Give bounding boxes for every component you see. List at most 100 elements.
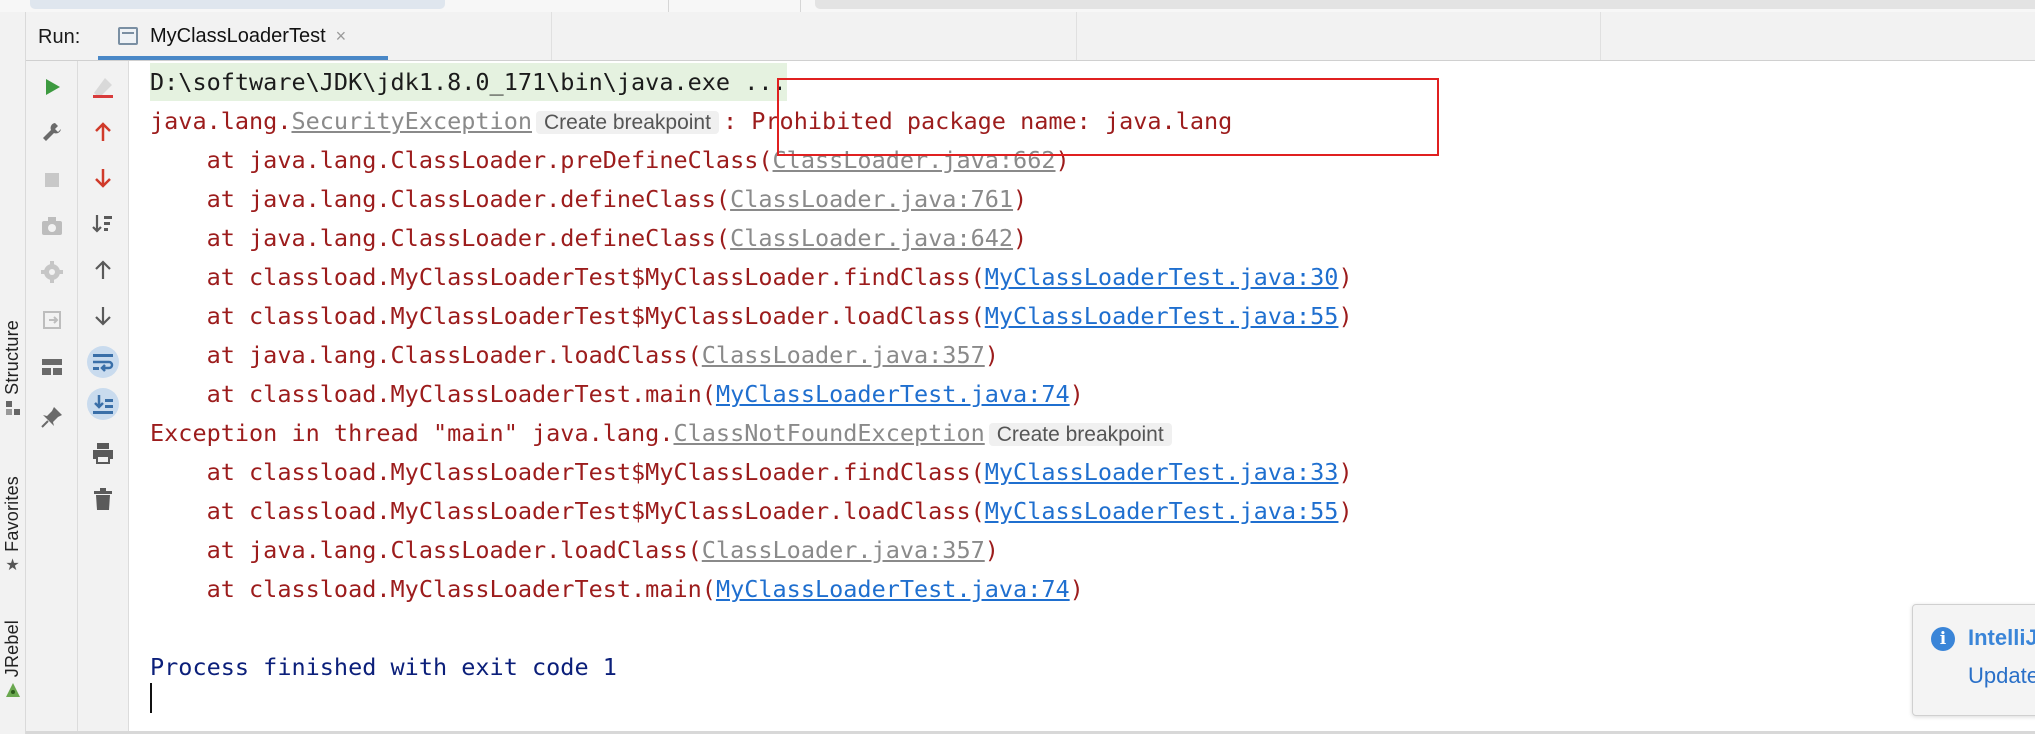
down-stack-frame-button[interactable] <box>87 300 119 332</box>
stack-frame-suffix: ) <box>1338 263 1353 291</box>
create-breakpoint-hint[interactable]: Create breakpoint <box>536 111 719 134</box>
edit-configuration-button[interactable] <box>36 116 68 148</box>
star-icon: ★ <box>5 556 20 574</box>
exit-button[interactable] <box>36 304 68 336</box>
stack-frame-suffix: ) <box>1338 302 1353 330</box>
stack-frame-link[interactable]: ClassLoader.java:761 <box>730 185 1013 213</box>
rerun-button[interactable] <box>36 71 68 103</box>
stack-frame-text: at classload.MyClassLoaderTest.main( <box>150 380 716 408</box>
stack-frame-suffix: ) <box>984 341 999 369</box>
stack-frame-text: at classload.MyClassLoaderTest$MyClassLo… <box>150 263 985 291</box>
notification-update-link[interactable]: Update <box>1968 663 2035 689</box>
sort-down-icon <box>92 215 112 233</box>
jrebel-tab-label: JRebel <box>2 620 22 678</box>
stack-trace-line: at classload.MyClassLoaderTest$MyClassLo… <box>150 297 1353 335</box>
run-toolbar-primary <box>26 61 78 734</box>
stack-frame-text: at java.lang.ClassLoader.loadClass( <box>150 341 702 369</box>
stack-trace-line: at classload.MyClassLoaderTest$MyClassLo… <box>150 492 1353 530</box>
stack-frame-link[interactable]: ClassLoader.java:642 <box>730 224 1013 252</box>
stack-trace-line: at classload.MyClassLoaderTest$MyClassLo… <box>150 258 1353 296</box>
stack-frame-suffix: ) <box>1338 458 1353 486</box>
exception-message: : Prohibited package name: java.lang <box>722 107 1233 135</box>
arrow-up-icon <box>95 260 111 279</box>
stack-trace-line: at java.lang.ClassLoader.loadClass(Class… <box>150 336 999 374</box>
stack-frame-link[interactable]: MyClassLoaderTest.java:33 <box>985 458 1339 486</box>
update-notification[interactable]: i IntelliJ Update <box>1912 604 2035 716</box>
clear-console-button[interactable] <box>87 483 119 515</box>
stack-frame-link[interactable]: MyClassLoaderTest.java:55 <box>985 497 1339 525</box>
dump-threads-button[interactable] <box>36 210 68 242</box>
strip-divider <box>800 0 801 12</box>
run-tab-myclassloadertest[interactable]: MyClassLoaderTest × <box>98 12 388 60</box>
command-line: D:\software\JDK\jdk1.8.0_171\bin\java.ex… <box>150 63 787 101</box>
stack-trace-line: at classload.MyClassLoaderTest$MyClassLo… <box>150 453 1353 491</box>
stack-trace-line: at java.lang.ClassLoader.preDefineClass(… <box>150 141 1070 179</box>
eraser-icon <box>93 78 113 98</box>
header-divider <box>1076 12 1077 60</box>
run-tool-window-header: Run: MyClassLoaderTest × <box>26 12 2035 61</box>
stack-frame-suffix: ) <box>1069 575 1084 603</box>
scroll-to-end-button[interactable] <box>87 388 119 420</box>
stack-frame-suffix: ) <box>1338 497 1353 525</box>
active-tab-indicator <box>98 56 388 60</box>
stack-trace-line: at java.lang.ClassLoader.defineClass(Cla… <box>150 219 1028 257</box>
layout-button[interactable] <box>36 351 68 383</box>
print-button[interactable] <box>87 437 119 469</box>
stack-frame-suffix: ) <box>984 536 999 564</box>
jrebel-tab[interactable]: JRebel <box>0 620 25 699</box>
horizontal-scrollbar-thumb[interactable] <box>815 0 2035 9</box>
create-breakpoint-hint[interactable]: Create breakpoint <box>988 423 1172 446</box>
stack-frame-link[interactable]: MyClassLoaderTest.java:74 <box>716 380 1070 408</box>
info-icon: i <box>1931 627 1955 651</box>
stack-frame-link[interactable]: MyClassLoaderTest.java:74 <box>716 575 1070 603</box>
stack-frame-text: at java.lang.ClassLoader.defineClass( <box>150 224 731 252</box>
stack-frame-text: at java.lang.ClassLoader.preDefineClass( <box>150 146 773 174</box>
soft-wrap-icon <box>93 354 114 372</box>
run-tab-title: MyClassLoaderTest <box>150 24 326 47</box>
stack-frame-link[interactable]: ClassLoader.java:357 <box>702 536 985 564</box>
stop-icon <box>44 173 59 187</box>
previous-occurrence-button[interactable] <box>87 116 119 148</box>
layout-icon <box>41 359 62 375</box>
notification-title: IntelliJ <box>1968 625 2035 650</box>
clear-all-button[interactable] <box>87 71 119 103</box>
exception-prefix: Exception in thread "main" java.lang. <box>150 419 674 447</box>
arrow-down-icon <box>95 307 111 326</box>
exception-line-security: java.lang.SecurityException Create breakp… <box>150 102 1232 140</box>
exit-icon <box>42 311 61 329</box>
settings-button[interactable] <box>36 256 68 288</box>
arrow-down-red-icon <box>95 169 111 188</box>
sort-button[interactable] <box>87 208 119 240</box>
stack-frame-link[interactable]: MyClassLoaderTest.java:30 <box>985 263 1339 291</box>
structure-tab-label: Structure <box>2 320 22 395</box>
stack-trace-line: at java.lang.ClassLoader.defineClass(Cla… <box>150 180 1028 218</box>
console-output[interactable]: D:\software\JDK\jdk1.8.0_171\bin\java.ex… <box>129 61 2035 734</box>
stack-frame-link[interactable]: ClassLoader.java:357 <box>702 341 985 369</box>
stack-frame-suffix: ) <box>1013 224 1028 252</box>
exception-class-link[interactable]: SecurityException <box>291 107 532 135</box>
stack-frame-text: at classload.MyClassLoaderTest$MyClassLo… <box>150 497 985 525</box>
trash-icon <box>94 488 112 510</box>
stack-frame-text: at classload.MyClassLoaderTest$MyClassLo… <box>150 302 985 330</box>
editor-scrollbar-thumb[interactable] <box>30 0 445 9</box>
arrow-up-red-icon <box>95 122 111 141</box>
stack-frame-link[interactable]: ClassLoader.java:662 <box>773 146 1056 174</box>
pin-tab-button[interactable] <box>36 401 68 433</box>
gear-icon <box>40 261 63 283</box>
close-icon[interactable]: × <box>336 26 347 47</box>
exception-class-link[interactable]: ClassNotFoundException <box>673 419 984 447</box>
stack-frame-text: at classload.MyClassLoaderTest.main( <box>150 575 716 603</box>
soft-wrap-button[interactable] <box>87 346 119 378</box>
stack-frame-link[interactable]: MyClassLoaderTest.java:55 <box>985 302 1339 330</box>
structure-tab[interactable]: Structure <box>0 320 25 417</box>
exception-prefix: java.lang. <box>150 107 292 135</box>
stack-trace-line: at classload.MyClassLoaderTest.main(MyCl… <box>150 375 1084 413</box>
play-icon <box>45 79 60 95</box>
next-occurrence-button[interactable] <box>87 162 119 194</box>
stack-frame-suffix: ) <box>1013 185 1028 213</box>
favorites-tab[interactable]: Favorites ★ <box>0 476 25 574</box>
stop-button[interactable] <box>36 164 68 196</box>
stack-frame-text: at java.lang.ClassLoader.defineClass( <box>150 185 731 213</box>
up-stack-frame-button[interactable] <box>87 254 119 286</box>
header-divider <box>551 12 552 60</box>
